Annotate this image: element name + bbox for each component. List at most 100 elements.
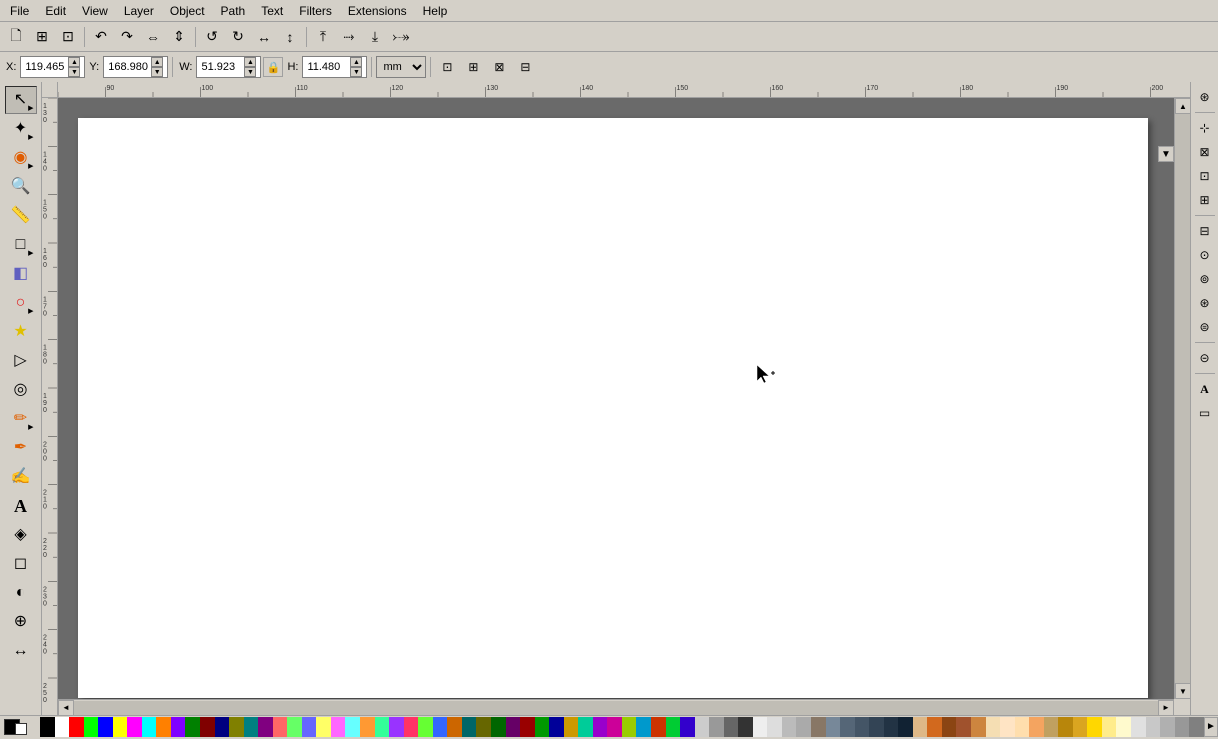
color-swatch-18[interactable] <box>302 717 317 737</box>
w-value[interactable]: 51.923 <box>201 61 244 73</box>
color-swatch-19[interactable] <box>316 717 331 737</box>
tool-spiral[interactable]: ◎ <box>5 376 37 404</box>
tool-eyedropper[interactable]: ⊕ <box>5 608 37 636</box>
toolbar-btn-redo[interactable]: ↷ <box>115 25 139 49</box>
color-swatch-48[interactable] <box>738 717 753 737</box>
rt-btn-snap-main[interactable]: ⊛ <box>1194 86 1216 108</box>
vscroll-track[interactable] <box>1175 114 1190 683</box>
align-btn-2[interactable]: ⊞ <box>461 55 485 79</box>
color-swatch-50[interactable] <box>767 717 782 737</box>
color-swatch-12[interactable] <box>215 717 230 737</box>
tool-3d-box[interactable]: ◧ <box>5 260 37 288</box>
color-swatch-27[interactable] <box>433 717 448 737</box>
toolbar-btn-top[interactable]: ⤒ <box>311 25 335 49</box>
rt-btn-snap-rect[interactable]: ▭ <box>1194 402 1216 424</box>
menu-item-help[interactable]: Help <box>417 2 454 20</box>
color-swatch-31[interactable] <box>491 717 506 737</box>
tool-rect[interactable]: ▶□ <box>5 231 37 259</box>
tool-star[interactable]: ★ <box>5 318 37 346</box>
x-spin-up[interactable]: ▲ <box>68 57 80 67</box>
menu-item-file[interactable]: File <box>4 2 35 20</box>
color-swatch-1[interactable] <box>55 717 70 737</box>
background-color-swatch[interactable] <box>15 723 27 735</box>
drawing-canvas[interactable] <box>78 118 1148 698</box>
color-swatch-28[interactable] <box>447 717 462 737</box>
rt-btn-snap4[interactable]: ⊡ <box>1194 165 1216 187</box>
align-btn-1[interactable]: ⊡ <box>435 55 459 79</box>
w-spin-down[interactable]: ▼ <box>244 67 256 77</box>
color-swatch-36[interactable] <box>564 717 579 737</box>
menu-item-layer[interactable]: Layer <box>118 2 160 20</box>
color-swatch-8[interactable] <box>156 717 171 737</box>
rt-btn-snap2[interactable]: ⊹ <box>1194 117 1216 139</box>
color-swatch-33[interactable] <box>520 717 535 737</box>
color-swatch-40[interactable] <box>622 717 637 737</box>
toolbar-btn-open-display[interactable]: ⊡ <box>56 25 80 49</box>
color-swatch-62[interactable] <box>942 717 957 737</box>
color-swatch-45[interactable] <box>695 717 710 737</box>
color-swatch-79[interactable] <box>1189 717 1204 737</box>
toolbar-btn-rotate-cw[interactable]: ↻ <box>226 25 250 49</box>
rt-btn-snap10[interactable]: ⊜ <box>1194 316 1216 338</box>
y-spin-down[interactable]: ▼ <box>151 67 163 77</box>
color-swatch-78[interactable] <box>1175 717 1190 737</box>
color-swatch-16[interactable] <box>273 717 288 737</box>
tool-fill[interactable]: ◐ <box>5 579 37 607</box>
align-btn-3[interactable]: ⊠ <box>487 55 511 79</box>
toolbar-btn-raise[interactable]: ⤑ <box>337 25 361 49</box>
color-swatch-43[interactable] <box>666 717 681 737</box>
unit-selector[interactable]: mm px cm in pt <box>376 56 426 78</box>
toolbar-btn-undo[interactable]: ↶ <box>89 25 113 49</box>
hscroll-left-button[interactable]: ◄ <box>58 700 74 716</box>
color-swatch-32[interactable] <box>506 717 521 737</box>
color-swatch-30[interactable] <box>476 717 491 737</box>
color-swatch-53[interactable] <box>811 717 826 737</box>
toolbar-btn-rotate-ccw[interactable]: ↺ <box>200 25 224 49</box>
hscroll-right-button[interactable]: ► <box>1158 700 1174 716</box>
tool-spray[interactable]: ◈ <box>5 521 37 549</box>
x-value[interactable]: 119.465 <box>25 61 68 73</box>
color-swatch-17[interactable] <box>287 717 302 737</box>
h-value[interactable]: 11.480 <box>307 61 350 73</box>
color-swatch-68[interactable] <box>1029 717 1044 737</box>
color-swatch-39[interactable] <box>607 717 622 737</box>
tool-circle[interactable]: ▶○ <box>5 289 37 317</box>
menu-item-extensions[interactable]: Extensions <box>342 2 413 20</box>
tool-eraser[interactable]: ◻ <box>5 550 37 578</box>
color-swatch-6[interactable] <box>127 717 142 737</box>
lock-proportions-button[interactable]: 🔒 <box>263 57 283 77</box>
tool-measure[interactable]: 📏 <box>5 202 37 230</box>
rt-btn-snap9[interactable]: ⊛ <box>1194 292 1216 314</box>
snap-toggle-button[interactable]: ▼ <box>1158 146 1174 162</box>
toolbar-btn-lower[interactable]: ⤓ <box>363 25 387 49</box>
color-swatch-72[interactable] <box>1087 717 1102 737</box>
color-swatch-4[interactable] <box>98 717 113 737</box>
color-swatch-44[interactable] <box>680 717 695 737</box>
toolbar-btn-flip-h[interactable]: ↔ <box>252 25 276 49</box>
color-swatch-69[interactable] <box>1044 717 1059 737</box>
color-swatch-23[interactable] <box>375 717 390 737</box>
x-spin-down[interactable]: ▼ <box>68 67 80 77</box>
color-swatch-52[interactable] <box>796 717 811 737</box>
color-swatch-71[interactable] <box>1073 717 1088 737</box>
color-swatch-66[interactable] <box>1000 717 1015 737</box>
toolbar-btn-sym1[interactable]: ⇔ <box>141 25 165 49</box>
color-swatch-7[interactable] <box>142 717 157 737</box>
color-swatch-14[interactable] <box>244 717 259 737</box>
rt-btn-snap11[interactable]: ⊝ <box>1194 347 1216 369</box>
vertical-scrollbar[interactable]: ▲ ▼ <box>1174 98 1190 699</box>
color-swatch-5[interactable] <box>113 717 128 737</box>
color-swatch-76[interactable] <box>1146 717 1161 737</box>
toolbar-btn-bottom[interactable]: ⤐ <box>389 25 413 49</box>
w-spin-up[interactable]: ▲ <box>244 57 256 67</box>
tool-node[interactable]: ▶✦ <box>5 115 37 143</box>
menu-item-text[interactable]: Text <box>255 2 289 20</box>
color-swatch-51[interactable] <box>782 717 797 737</box>
canvas-container[interactable]: 90100110120130140150160170180190200210 1… <box>42 82 1190 715</box>
tool-calligraphy[interactable]: ✍ <box>5 463 37 491</box>
menu-item-object[interactable]: Object <box>164 2 211 20</box>
rt-btn-snap3[interactable]: ⊠ <box>1194 141 1216 163</box>
color-swatch-22[interactable] <box>360 717 375 737</box>
color-swatch-67[interactable] <box>1015 717 1030 737</box>
hscroll-track[interactable] <box>74 701 1158 715</box>
